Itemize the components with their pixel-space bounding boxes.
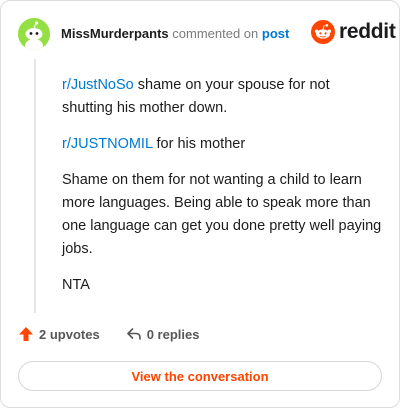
post-link[interactable]: post (262, 26, 289, 41)
paragraph-text: NTA (62, 277, 90, 293)
reply-action[interactable]: 0 replies (126, 326, 200, 342)
comment-header: MissMurderpants commented on post (61, 26, 289, 41)
subreddit-link[interactable]: r/JUSTNOMIL (62, 136, 153, 152)
reply-arrow-icon[interactable] (126, 326, 142, 342)
thread-line (34, 59, 36, 313)
view-conversation-button[interactable]: View the conversation (18, 361, 382, 391)
paragraph-text: for his mother (152, 136, 246, 152)
comment-paragraph: Shame on them for not wanting a child to… (62, 169, 382, 261)
paragraph-text: Shame on them for not wanting a child to… (62, 172, 382, 257)
snoo-avatar-icon (18, 18, 50, 50)
comment-body: r/JustNoSo shame on your spouse for not … (62, 74, 382, 310)
upvote-arrow-icon[interactable] (18, 326, 34, 342)
reddit-logo-icon (311, 20, 335, 44)
comment-paragraph: r/JustNoSo shame on your spouse for not … (62, 74, 382, 120)
comment-paragraph: r/JUSTNOMIL for his mother (62, 133, 382, 156)
comment-actions: 2 upvotes 0 replies (18, 326, 199, 342)
upvote-count: 2 upvotes (39, 326, 100, 342)
reply-count: 0 replies (146, 326, 200, 342)
commented-on-text: commented on (172, 26, 259, 41)
comment-paragraph: NTA (62, 274, 382, 297)
upvote-action[interactable]: 2 upvotes (18, 326, 100, 342)
username[interactable]: MissMurderpants (61, 26, 169, 41)
comment-card: MissMurderpants commented on post reddit… (0, 0, 400, 408)
subreddit-link[interactable]: r/JustNoSo (62, 77, 134, 93)
reddit-wordmark: reddit (339, 20, 396, 43)
reddit-logo[interactable]: reddit (311, 20, 396, 44)
user-avatar[interactable] (18, 18, 50, 50)
